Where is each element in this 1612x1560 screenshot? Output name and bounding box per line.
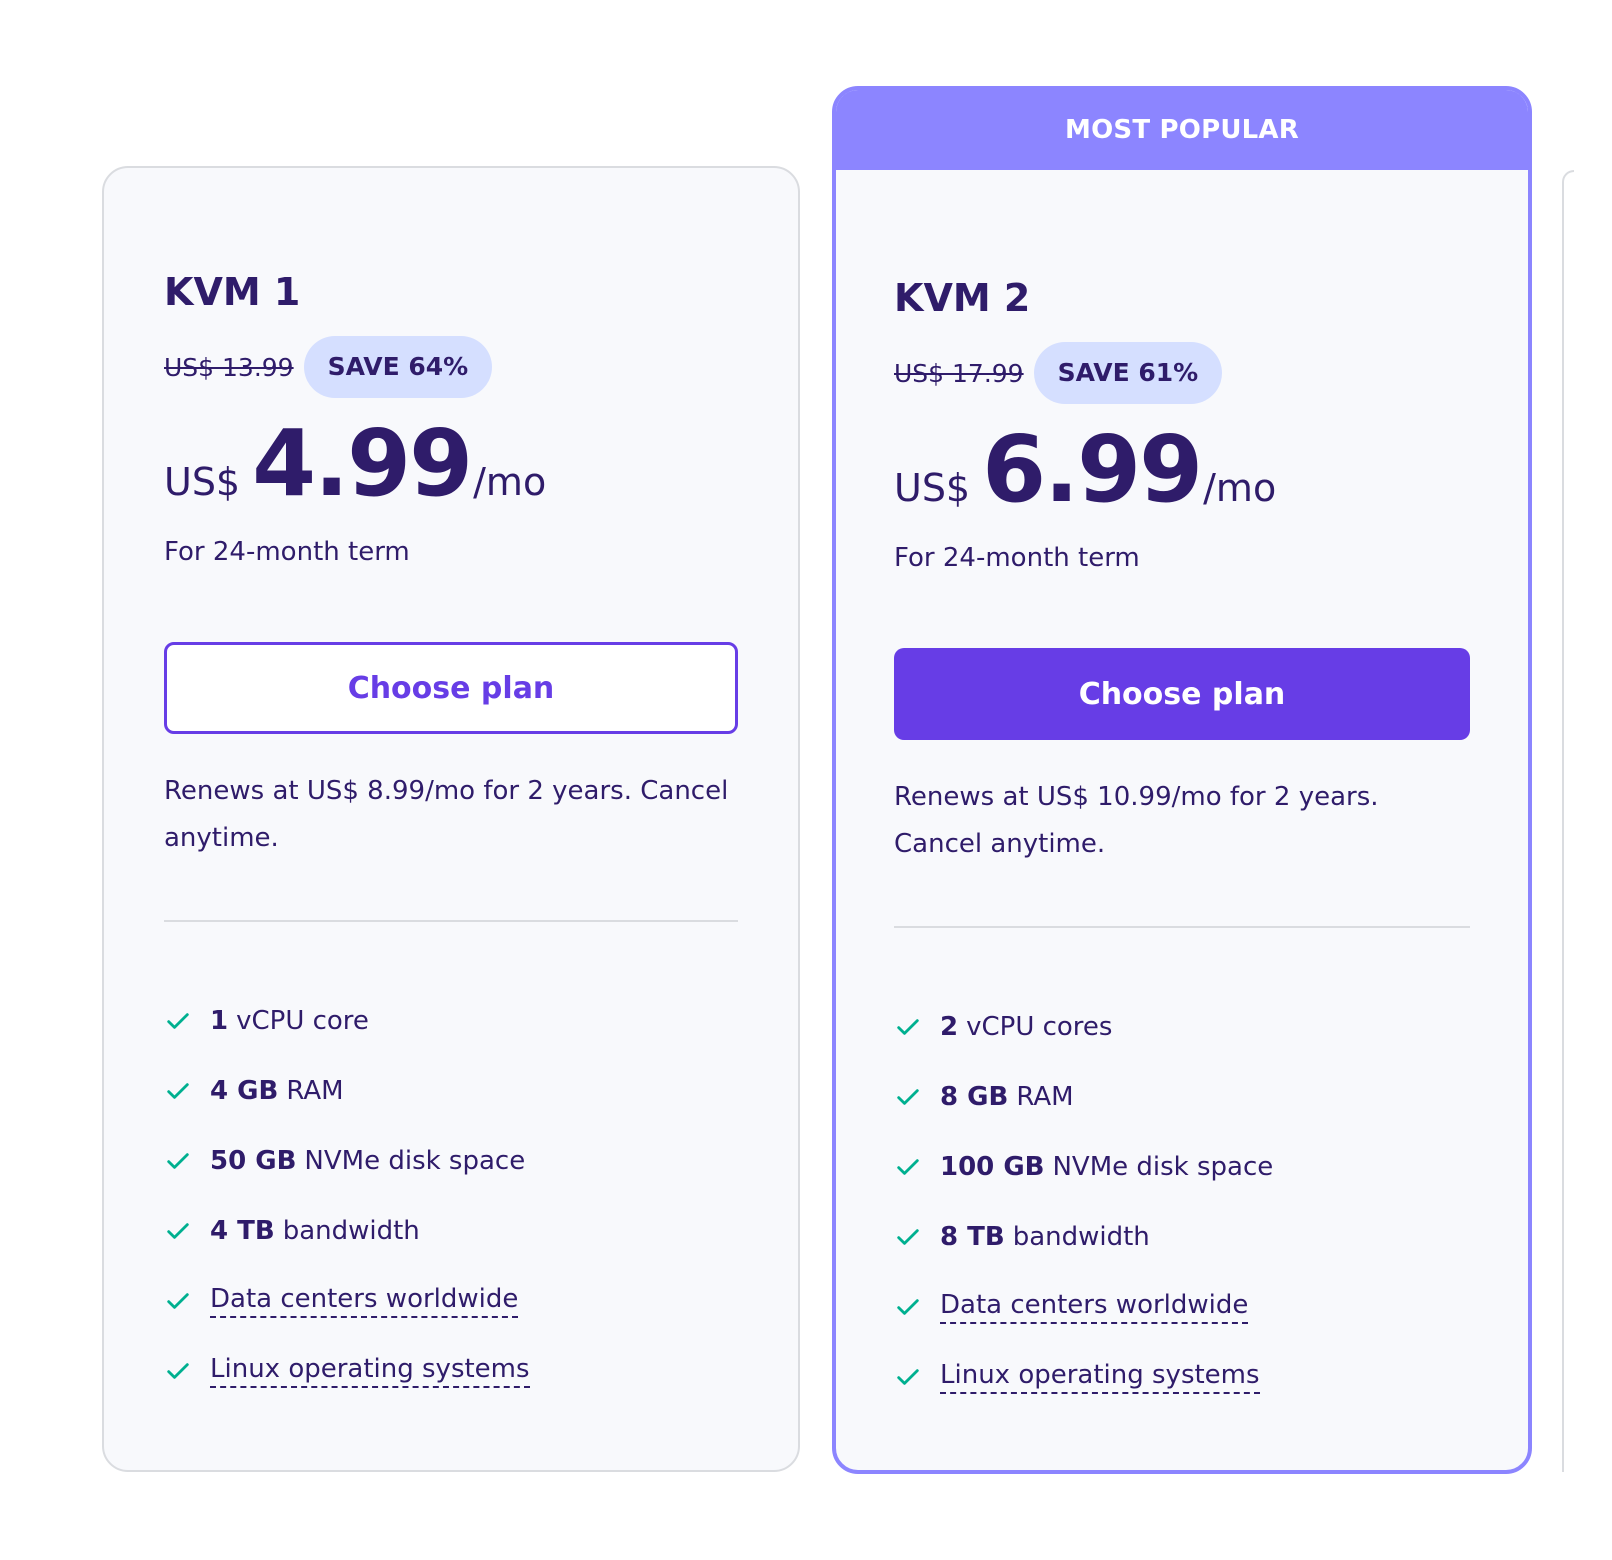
- feature-value: 8 TB: [940, 1222, 1005, 1252]
- feature-value: 50 GB: [210, 1146, 297, 1176]
- check-icon: [897, 1089, 919, 1105]
- feature-item: 50 GB NVMe disk space: [164, 1126, 738, 1196]
- price-row: US$ 6.99 /mo: [894, 422, 1470, 518]
- linux-os-tooltip-link[interactable]: Linux operating systems: [940, 1360, 1260, 1394]
- feature-value: 2: [940, 1012, 959, 1042]
- old-price-row: US$ 17.99 SAVE 61%: [894, 342, 1470, 404]
- plan-card-kvm-1: KVM 1 US$ 13.99 SAVE 64% US$ 4.99 /mo Fo…: [102, 166, 800, 1472]
- check-icon: [897, 1019, 919, 1035]
- feature-label: NVMe disk space: [1052, 1152, 1274, 1182]
- feature-label: bandwidth: [282, 1216, 420, 1246]
- feature-value: 4 TB: [210, 1216, 275, 1246]
- feature-item: 8 GB RAM: [894, 1062, 1470, 1132]
- feature-list: 1 vCPU core 4 GB RAM 50 GB NVMe disk spa…: [164, 986, 738, 1406]
- check-icon: [167, 1083, 189, 1099]
- renewal-text: Renews at US$ 10.99/mo for 2 years. Canc…: [894, 782, 1379, 859]
- choose-plan-button[interactable]: Choose plan: [164, 642, 738, 734]
- check-icon: [167, 1223, 189, 1239]
- price-period: /mo: [473, 460, 547, 504]
- data-centers-tooltip-link[interactable]: Data centers worldwide: [210, 1284, 519, 1318]
- feature-item: 100 GB NVMe disk space: [894, 1132, 1470, 1202]
- plan-name: KVM 2: [894, 276, 1031, 320]
- next-plan-card-edge: [1562, 170, 1574, 1472]
- choose-plan-button[interactable]: Choose plan: [894, 648, 1470, 740]
- feature-item: 1 vCPU core: [164, 986, 738, 1056]
- feature-label: vCPU cores: [966, 1012, 1113, 1042]
- feature-item: 4 TB bandwidth: [164, 1196, 738, 1266]
- feature-label: RAM: [1016, 1082, 1074, 1112]
- feature-item: Linux operating systems: [894, 1342, 1470, 1412]
- most-popular-banner: MOST POPULAR: [836, 90, 1528, 170]
- feature-value: 8 GB: [940, 1082, 1009, 1112]
- check-icon: [167, 1013, 189, 1029]
- feature-label: NVMe disk space: [304, 1146, 526, 1176]
- feature-label: vCPU core: [236, 1006, 369, 1036]
- feature-value: 1: [210, 1006, 229, 1036]
- check-icon: [897, 1299, 919, 1315]
- data-centers-tooltip-link[interactable]: Data centers worldwide: [940, 1290, 1249, 1324]
- price-currency: US$: [894, 466, 971, 510]
- old-price: US$ 17.99: [894, 358, 1024, 388]
- check-icon: [897, 1159, 919, 1175]
- term-text: For 24-month term: [894, 543, 1140, 573]
- check-icon: [167, 1293, 189, 1309]
- old-price-row: US$ 13.99 SAVE 64%: [164, 336, 738, 398]
- feature-item: 4 GB RAM: [164, 1056, 738, 1126]
- old-price: US$ 13.99: [164, 352, 294, 382]
- price-amount: 6.99: [982, 416, 1203, 523]
- check-icon: [897, 1369, 919, 1385]
- check-icon: [167, 1153, 189, 1169]
- check-icon: [167, 1363, 189, 1379]
- feature-list: 2 vCPU cores 8 GB RAM 100 GB NVMe disk s…: [894, 992, 1470, 1412]
- feature-item: Data centers worldwide: [164, 1266, 738, 1336]
- plan-card-content: KVM 1 US$ 13.99 SAVE 64% US$ 4.99 /mo Fo…: [164, 264, 738, 1406]
- plan-card-kvm-2: MOST POPULAR KVM 2 US$ 17.99 SAVE 61% US…: [832, 86, 1532, 1474]
- save-badge: SAVE 64%: [303, 336, 493, 398]
- pricing-section: KVM 1 US$ 13.99 SAVE 64% US$ 4.99 /mo Fo…: [0, 0, 1612, 1560]
- feature-label: bandwidth: [1012, 1222, 1150, 1252]
- term-text: For 24-month term: [164, 537, 410, 567]
- feature-label: RAM: [286, 1076, 344, 1106]
- divider: [164, 920, 738, 922]
- price-row: US$ 4.99 /mo: [164, 416, 738, 512]
- feature-item: 8 TB bandwidth: [894, 1202, 1470, 1272]
- save-badge: SAVE 61%: [1033, 342, 1223, 404]
- price-period: /mo: [1203, 466, 1277, 510]
- plan-name: KVM 1: [164, 270, 301, 314]
- plan-card-content: KVM 2 US$ 17.99 SAVE 61% US$ 6.99 /mo Fo…: [894, 270, 1470, 1412]
- linux-os-tooltip-link[interactable]: Linux operating systems: [210, 1354, 530, 1388]
- price-currency: US$: [164, 460, 241, 504]
- divider: [894, 926, 1470, 928]
- check-icon: [897, 1229, 919, 1245]
- feature-item: Linux operating systems: [164, 1336, 738, 1406]
- feature-value: 100 GB: [940, 1152, 1045, 1182]
- feature-item: 2 vCPU cores: [894, 992, 1470, 1062]
- feature-item: Data centers worldwide: [894, 1272, 1470, 1342]
- renewal-text: Renews at US$ 8.99/mo for 2 years. Cance…: [164, 776, 729, 853]
- price-amount: 4.99: [252, 410, 473, 517]
- feature-value: 4 GB: [210, 1076, 279, 1106]
